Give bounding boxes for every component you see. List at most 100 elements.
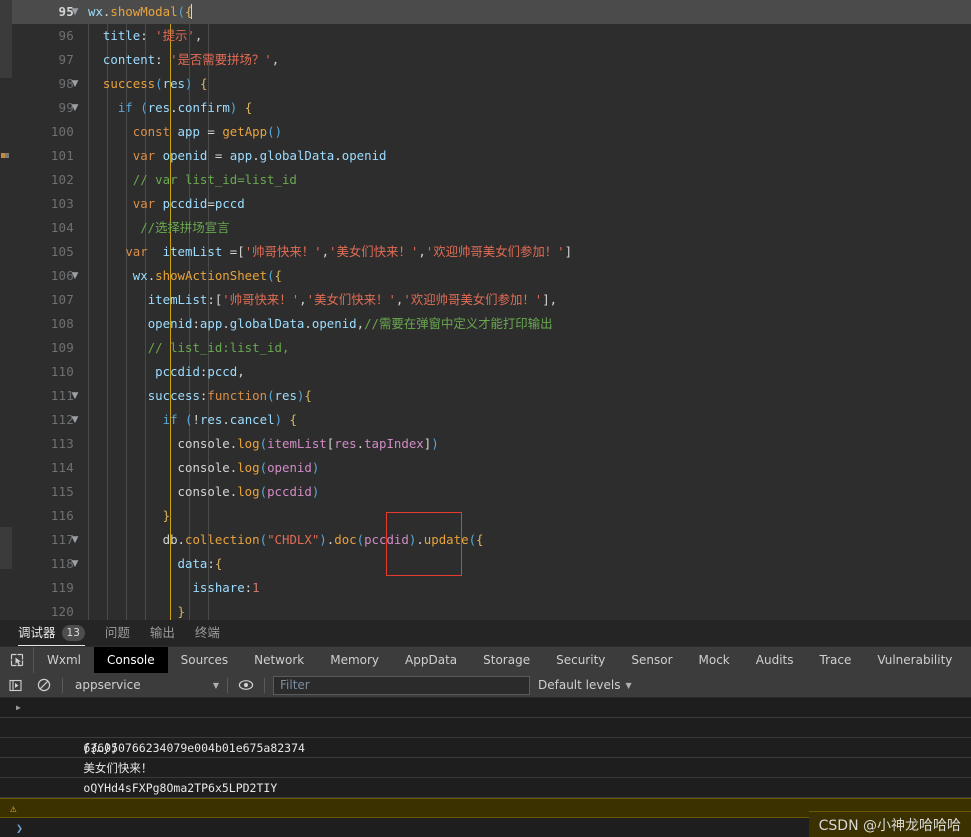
line-number: 113 [50, 436, 74, 451]
bottom-panel: 调试器 13 问题 输出 终端 Wxml Console Sources Net… [0, 620, 971, 837]
fold-chevron-icon[interactable]: ▼ [68, 408, 82, 432]
code-line[interactable]: 106 ▼ wx.showActionSheet({ [12, 264, 971, 288]
line-number: 102 [50, 172, 74, 187]
warning-triangle-icon: ⚠ [10, 802, 17, 815]
fold-chevron-icon[interactable]: ▼ [68, 552, 82, 576]
console-filter-input[interactable]: Filter [273, 675, 530, 695]
prompt-caret-icon: ❯ [16, 821, 23, 835]
line-number: 108 [50, 316, 74, 331]
overview-thumb-secondary[interactable] [0, 527, 12, 569]
code-line[interactable]: 118 ▼ data:{ [12, 552, 971, 576]
code-line[interactable]: 102 // var list_id=list_id [12, 168, 971, 192]
console-toolbar[interactable]: appservice ▼ Filter Default levels ▼ [0, 673, 971, 698]
devtools-tab-sensor[interactable]: Sensor [618, 647, 685, 673]
line-number: 105 [50, 244, 74, 259]
code-line[interactable]: 100 const app = getApp() [12, 120, 971, 144]
code-line[interactable]: 95 ▼ wx.showModal({ [12, 0, 971, 24]
code-line[interactable]: 97 content: '是否需要拼场？', [12, 48, 971, 72]
inspect-element-icon[interactable] [0, 647, 34, 673]
code-line[interactable]: 111 ▼ success:function(res){ [12, 384, 971, 408]
code-line[interactable]: 109 // list_id:list_id, [12, 336, 971, 360]
live-expression-icon[interactable] [236, 676, 256, 694]
console-row[interactable]: oQYHd4sFXPg8Oma2TP6x5LPD2TIY [0, 758, 971, 795]
devtools-tab-console[interactable]: Console [94, 647, 168, 673]
line-content: success(res) { [102, 76, 208, 91]
code-line[interactable]: 120 } [12, 600, 971, 620]
line-number: 119 [50, 580, 74, 595]
panel-tab-label: 调试器 [18, 625, 56, 640]
fold-chevron-icon[interactable]: ▼ [68, 0, 82, 24]
expand-triangle-icon[interactable]: ▶ [16, 698, 21, 718]
devtools-tab-audits[interactable]: Audits [743, 647, 807, 673]
panel-tab-label: 终端 [194, 625, 220, 640]
panel-tab-bar[interactable]: 调试器 13 问题 输出 终端 [0, 620, 971, 646]
code-line[interactable]: 103 var pccdid=pccd [12, 192, 971, 216]
line-content: if (!res.cancel) { [162, 412, 297, 427]
devtools-tab-mock[interactable]: Mock [686, 647, 743, 673]
devtools-tab-label: Mock [698, 653, 730, 667]
console-row[interactable]: 636050766234079e004b01e675a82374 [0, 778, 971, 815]
code-lines[interactable]: 95 ▼ wx.showModal({ 96 title: '提示', 97 c… [12, 0, 971, 620]
code-line[interactable]: 114 console.log(openid) [12, 456, 971, 480]
devtools-tab-bar[interactable]: Wxml Console Sources Network Memory AppD… [0, 646, 971, 673]
code-line[interactable]: 119 isshare:1 [12, 576, 971, 600]
code-line[interactable]: 99 ▼ if (res.confirm) { [12, 96, 971, 120]
devtools-tab-wxml[interactable]: Wxml [34, 647, 94, 673]
fold-chevron-icon[interactable]: ▼ [68, 528, 82, 552]
line-content: success:function(res){ [147, 388, 312, 403]
line-content: title: '提示', [102, 28, 203, 43]
code-line[interactable]: 112 ▼ if (!res.cancel) { [12, 408, 971, 432]
devtools-tab-network[interactable]: Network [241, 647, 317, 673]
devtools-tab-appdata[interactable]: AppData [392, 647, 470, 673]
panel-tab-debugger[interactable]: 调试器 13 [18, 620, 85, 646]
clear-console-icon[interactable] [34, 676, 54, 694]
code-line[interactable]: 96 title: '提示', [12, 24, 971, 48]
console-row[interactable]: 美女们快来！ [0, 738, 971, 775]
code-line[interactable]: 98 ▼ success(res) { [12, 72, 971, 96]
code-editor[interactable]: 95 ▼ wx.showModal({ 96 title: '提示', 97 c… [0, 0, 971, 620]
devtools-tab-security[interactable]: Security [543, 647, 618, 673]
devtools-tab-sources[interactable]: Sources [168, 647, 241, 673]
line-content: console.log(itemList[res.tapIndex]) [177, 436, 439, 451]
fold-chevron-icon[interactable]: ▼ [68, 72, 82, 96]
devtools-tab-memory[interactable]: Memory [317, 647, 392, 673]
panel-tab-problems[interactable]: 问题 [105, 620, 130, 646]
devtools-tab-label: Network [254, 653, 305, 667]
execute-step-icon[interactable] [6, 676, 26, 694]
code-line[interactable]: 101 var openid = app.globalData.openid [12, 144, 971, 168]
panel-tab-terminal[interactable]: 终端 [195, 620, 220, 646]
code-line[interactable]: 105 var itemList =['帅哥快来！','美女们快来！','欢迎帅… [12, 240, 971, 264]
code-line[interactable]: 116 } [12, 504, 971, 528]
devtools-tab-vulnerability[interactable]: Vulnerability [864, 647, 965, 673]
line-content: console.log(pccdid) [177, 484, 320, 499]
console-context-select[interactable]: appservice ▼ [71, 678, 219, 692]
line-content: //选择拼场宣言 [140, 220, 230, 235]
line-number: 114 [50, 460, 74, 475]
devtools-tab-storage[interactable]: Storage [470, 647, 543, 673]
console-levels-select[interactable]: Default levels ▼ [538, 678, 632, 692]
overview-thumb[interactable] [0, 0, 12, 78]
console-row[interactable]: 636050766234079e004b01e675a82374 [0, 718, 971, 755]
line-number: 103 [50, 196, 74, 211]
devtools-tab-label: Wxml [47, 653, 81, 667]
code-line[interactable]: 117 ▼ db.collection("CHDLX").doc(pccdid)… [12, 528, 971, 552]
fold-chevron-icon[interactable]: ▼ [68, 384, 82, 408]
fold-chevron-icon[interactable]: ▼ [68, 96, 82, 120]
overview-ruler[interactable] [0, 0, 12, 620]
code-line[interactable]: 107 itemList:['帅哥快来！','美女们快来！','欢迎帅哥美女们参… [12, 288, 971, 312]
panel-tab-output[interactable]: 输出 [150, 620, 175, 646]
code-line[interactable]: 113 console.log(itemList[res.tapIndex]) [12, 432, 971, 456]
line-content: const app = getApp() [132, 124, 283, 139]
line-content: var itemList =['帅哥快来！','美女们快来！','欢迎帅哥美女们… [125, 244, 573, 259]
line-number: 100 [50, 124, 74, 139]
console-row[interactable]: ▶ [{…}] [0, 698, 971, 755]
watermark-text: CSDN @小神龙哈哈哈 [818, 817, 961, 834]
code-line[interactable]: 110 pccdid:pccd, [12, 360, 971, 384]
code-line[interactable]: 115 console.log(pccdid) [12, 480, 971, 504]
code-line[interactable]: 104 //选择拼场宣言 [12, 216, 971, 240]
chevron-down-icon: ▼ [212, 680, 219, 690]
fold-chevron-icon[interactable]: ▼ [68, 264, 82, 288]
code-line[interactable]: 108 openid:app.globalData.openid,//需要在弹窗… [12, 312, 971, 336]
devtools-tab-trace[interactable]: Trace [807, 647, 865, 673]
devtools-tab-label: Console [107, 653, 155, 667]
